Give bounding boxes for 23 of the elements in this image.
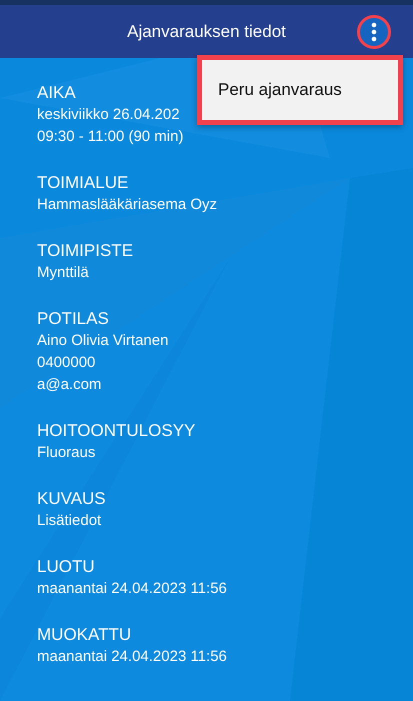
field-value: Mynttilä — [37, 263, 89, 283]
field-value: Fluoraus — [37, 443, 96, 463]
field-value: 0400000 — [37, 353, 96, 373]
field-label: POTILAS — [37, 308, 109, 330]
field-value: Hammaslääkäriasema Oyz — [37, 195, 218, 215]
menu-item[interactable]: Peru ajanvaraus — [202, 80, 398, 100]
field-value: a@a.com — [37, 375, 102, 395]
field-value: Aino Olivia Virtanen — [37, 331, 168, 351]
field-value: Lisätiedot — [37, 511, 102, 531]
field-value: maanantai 24.04.2023 11:56 — [37, 579, 227, 599]
field-label: LUOTU — [37, 556, 95, 578]
field-value: 09:30 - 11:00 (90 min) — [37, 127, 184, 147]
field-value: keskiviikko 26.04.202 — [37, 105, 180, 125]
field-label: TOIMIPISTE — [37, 240, 134, 262]
field-label: MUOKATTU — [37, 624, 132, 646]
field-label: KUVAUS — [37, 488, 106, 510]
field-label: TOIMIALUE — [37, 172, 128, 194]
screen-title: Ajanvarauksen tiedot — [127, 22, 286, 42]
field-label: HOITOONTULOSYY — [37, 420, 196, 442]
more-options-button[interactable] — [357, 14, 391, 48]
more-vertical-icon — [371, 22, 377, 42]
field-label: AIKA — [37, 82, 76, 104]
field-value: maanantai 24.04.2023 11:56 — [37, 647, 227, 667]
